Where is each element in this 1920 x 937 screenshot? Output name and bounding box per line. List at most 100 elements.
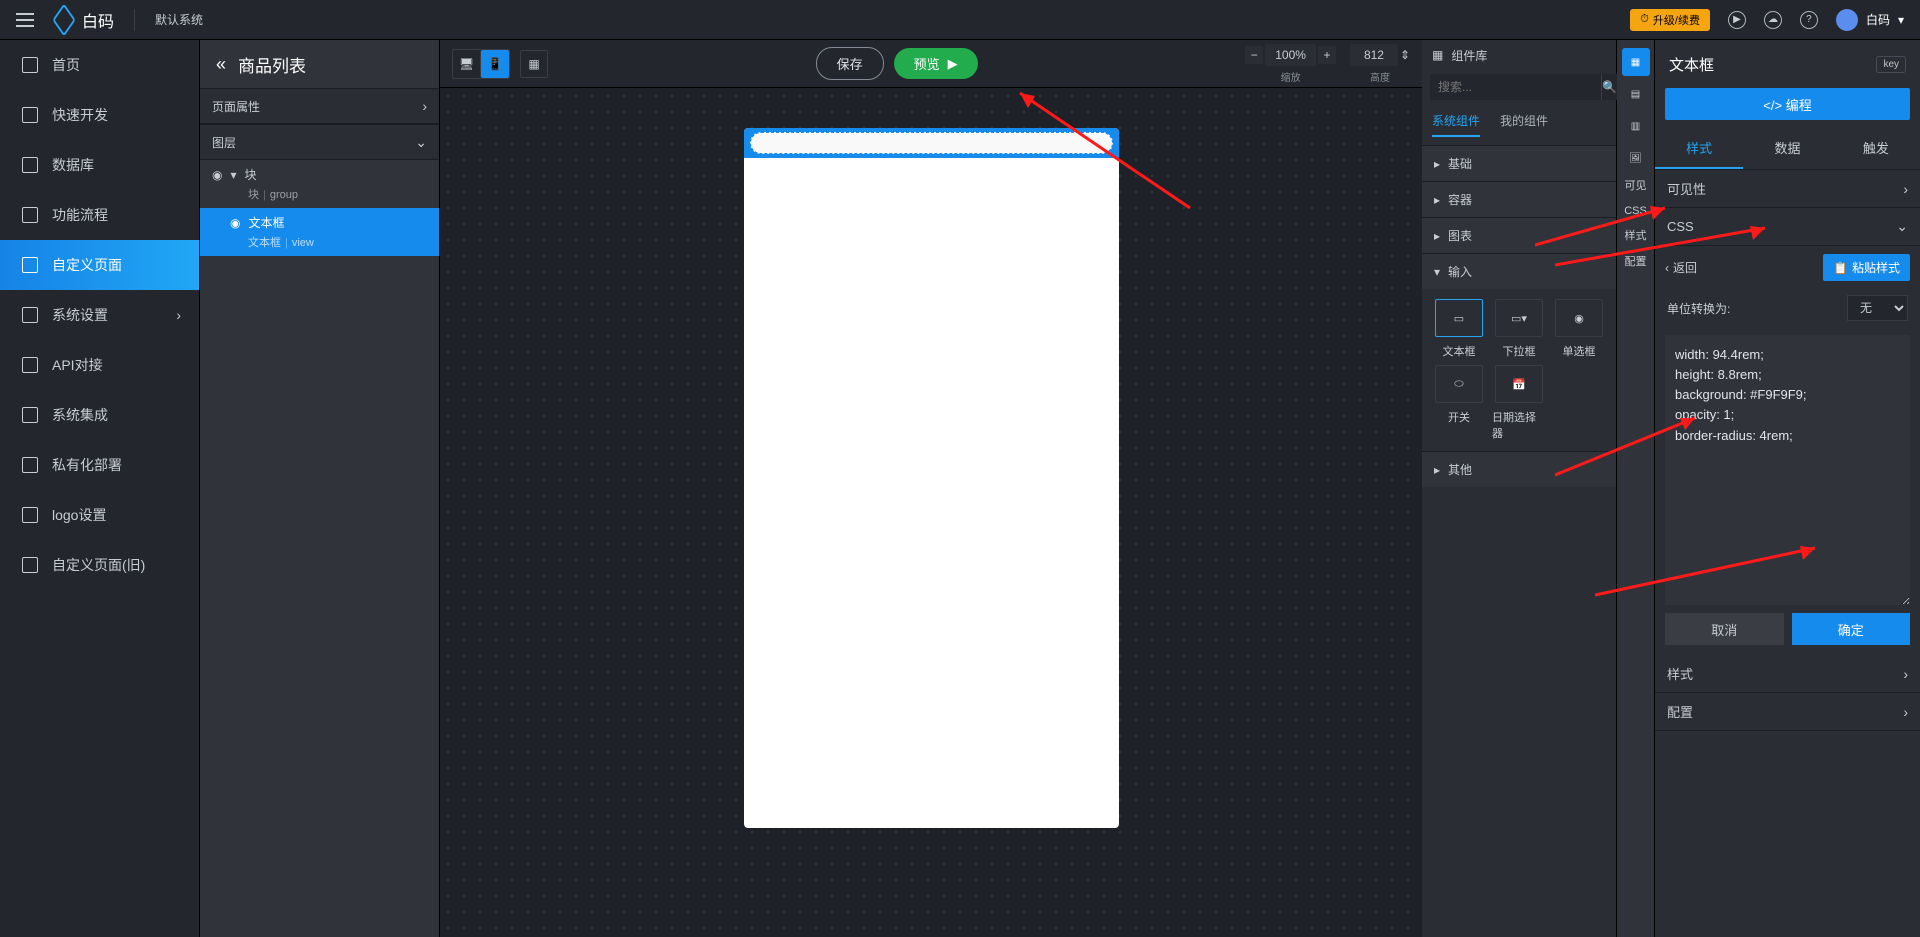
- height-label: 高度: [1350, 69, 1410, 84]
- menu-icon[interactable]: [16, 13, 34, 27]
- grid-toggle-button[interactable]: ▦: [520, 50, 548, 78]
- textbox-component[interactable]: [750, 132, 1113, 154]
- chevron-right-icon: [1903, 666, 1908, 682]
- rail-grid[interactable]: ▦: [1622, 48, 1650, 76]
- rail-config[interactable]: 配置: [1623, 252, 1649, 273]
- page-properties-panel[interactable]: 页面属性: [200, 88, 439, 124]
- rail-doc[interactable]: ▤: [1622, 80, 1650, 108]
- component-library: ▦ 组件库 🔍 系统组件 我的组件 ▸基础 ▸容器 ▸图表 ▾输入 ▭文本框 ▭…: [1422, 40, 1617, 937]
- layers-panel-header[interactable]: 图层: [200, 124, 439, 160]
- nav-database[interactable]: 数据库: [0, 140, 199, 190]
- chevron-right-icon: [422, 98, 427, 114]
- rail-layout[interactable]: ▥: [1622, 112, 1650, 140]
- nav-api[interactable]: API对接: [0, 340, 199, 390]
- section-other[interactable]: ▸其他: [1422, 451, 1616, 487]
- inspector-rail: ▦ ▤ ▥ 🖼 可见 CSS 样式 配置: [1617, 40, 1655, 937]
- integration-icon: [22, 407, 38, 423]
- cancel-button[interactable]: 取消: [1665, 613, 1784, 645]
- nav-custom-page-old[interactable]: 自定义页面(旧): [0, 540, 199, 590]
- acc-config[interactable]: 配置: [1655, 693, 1920, 731]
- section-basic[interactable]: ▸基础: [1422, 145, 1616, 181]
- section-chart[interactable]: ▸图表: [1422, 217, 1616, 253]
- system-label[interactable]: 默认系统: [155, 11, 203, 28]
- tree-node-block[interactable]: ◉▾块 块|group: [200, 160, 439, 208]
- logo-icon: [52, 3, 75, 36]
- avatar: [1836, 9, 1858, 31]
- tab-system-components[interactable]: 系统组件: [1432, 112, 1480, 137]
- tab-trigger[interactable]: 触发: [1832, 128, 1920, 169]
- eye-icon[interactable]: ◉: [212, 168, 222, 182]
- comp-textbox[interactable]: ▭文本框: [1432, 299, 1486, 359]
- comp-select[interactable]: ▭▾下拉框: [1492, 299, 1546, 359]
- nav-logo[interactable]: logo设置: [0, 490, 199, 540]
- nav-private[interactable]: 私有化部署: [0, 440, 199, 490]
- acc-visibility[interactable]: 可见性: [1655, 170, 1920, 208]
- logo-settings-icon: [22, 507, 38, 523]
- zoom-in-button[interactable]: +: [1318, 46, 1336, 64]
- top-bar: 白码 默认系统 ⏱ 升级/续费 ▶ ☁ ? 白码 ▾: [0, 0, 1920, 40]
- nav-home[interactable]: 首页: [0, 40, 199, 90]
- canvas[interactable]: [440, 88, 1422, 937]
- tab-my-components[interactable]: 我的组件: [1500, 112, 1548, 137]
- zoom-label: 缩放: [1245, 69, 1336, 84]
- nav-flow[interactable]: 功能流程: [0, 190, 199, 240]
- key-badge[interactable]: key: [1876, 56, 1906, 73]
- zoom-out-button[interactable]: −: [1245, 46, 1263, 64]
- acc-style[interactable]: 样式: [1655, 655, 1920, 693]
- rail-css[interactable]: CSS: [1622, 201, 1649, 222]
- zoom-value[interactable]: 100%: [1265, 44, 1316, 66]
- code-button[interactable]: </> 编程: [1665, 88, 1910, 120]
- ok-button[interactable]: 确定: [1792, 613, 1911, 645]
- section-container[interactable]: ▸容器: [1422, 181, 1616, 217]
- back-icon[interactable]: «: [216, 54, 226, 75]
- chevron-down-icon: [1896, 218, 1908, 235]
- play-icon[interactable]: ▶: [1728, 11, 1746, 29]
- unit-select[interactable]: 无: [1847, 295, 1908, 321]
- brand-name: 白码: [82, 8, 114, 32]
- rail-image[interactable]: 🖼: [1622, 144, 1650, 172]
- page-title: 商品列表: [238, 52, 306, 77]
- device-desktop-button[interactable]: 🖥: [453, 50, 481, 78]
- rail-style[interactable]: 样式: [1623, 226, 1649, 247]
- comp-datepicker[interactable]: 📅日期选择器: [1492, 365, 1546, 441]
- nav-settings[interactable]: 系统设置: [0, 290, 199, 340]
- search-input[interactable]: [1430, 74, 1601, 100]
- chevron-down-icon: [415, 134, 427, 151]
- caret-icon[interactable]: ▾: [230, 168, 236, 182]
- cloud-icon[interactable]: ☁: [1764, 11, 1782, 29]
- height-drag-icon[interactable]: ⇕: [1400, 48, 1410, 62]
- zoom-control: − 100% + 缩放 812 ⇕ 高度: [1245, 44, 1410, 84]
- unit-label: 单位转换为:: [1667, 300, 1730, 317]
- nav-custom-page[interactable]: 自定义页面: [0, 240, 199, 290]
- rail-visible[interactable]: 可见: [1623, 176, 1649, 197]
- section-input[interactable]: ▾输入: [1422, 253, 1616, 289]
- eye-icon[interactable]: ◉: [230, 216, 240, 230]
- paste-style-button[interactable]: 📋 粘贴样式: [1823, 254, 1910, 281]
- device-mobile-button[interactable]: 📱: [481, 50, 509, 78]
- breadcrumb: « 商品列表: [200, 40, 439, 88]
- comp-radio[interactable]: ◉单选框: [1552, 299, 1606, 359]
- help-icon[interactable]: ?: [1800, 11, 1818, 29]
- acc-css[interactable]: CSS: [1655, 208, 1920, 246]
- user-menu[interactable]: 白码 ▾: [1836, 9, 1904, 31]
- upgrade-button[interactable]: ⏱ 升级/续费: [1630, 9, 1710, 31]
- tab-data[interactable]: 数据: [1743, 128, 1831, 169]
- canvas-area: 🖥 📱 ▦ 保存 预览▶ − 100% + 缩放 8: [440, 40, 1422, 937]
- tree-node-textbox[interactable]: ◉文本框 文本框|view: [200, 208, 439, 256]
- css-textarea[interactable]: [1665, 335, 1910, 605]
- search-button[interactable]: 🔍: [1601, 74, 1617, 100]
- comp-switch[interactable]: ⬭开关: [1432, 365, 1486, 441]
- height-value[interactable]: 812: [1350, 44, 1398, 66]
- mobile-frame[interactable]: [744, 128, 1119, 828]
- tab-style[interactable]: 样式: [1655, 128, 1743, 169]
- back-button[interactable]: ‹返回: [1665, 259, 1697, 276]
- save-button[interactable]: 保存: [816, 47, 884, 80]
- inspector-title: 文本框: [1669, 54, 1714, 75]
- nav-quick-dev[interactable]: 快速开发: [0, 90, 199, 140]
- chevron-down-icon: ▾: [1898, 13, 1904, 27]
- inspector-header: 文本框 key: [1655, 40, 1920, 88]
- preview-button[interactable]: 预览▶: [894, 48, 978, 79]
- nav-integration[interactable]: 系统集成: [0, 390, 199, 440]
- home-icon: [22, 57, 38, 73]
- flow-icon: [22, 207, 38, 223]
